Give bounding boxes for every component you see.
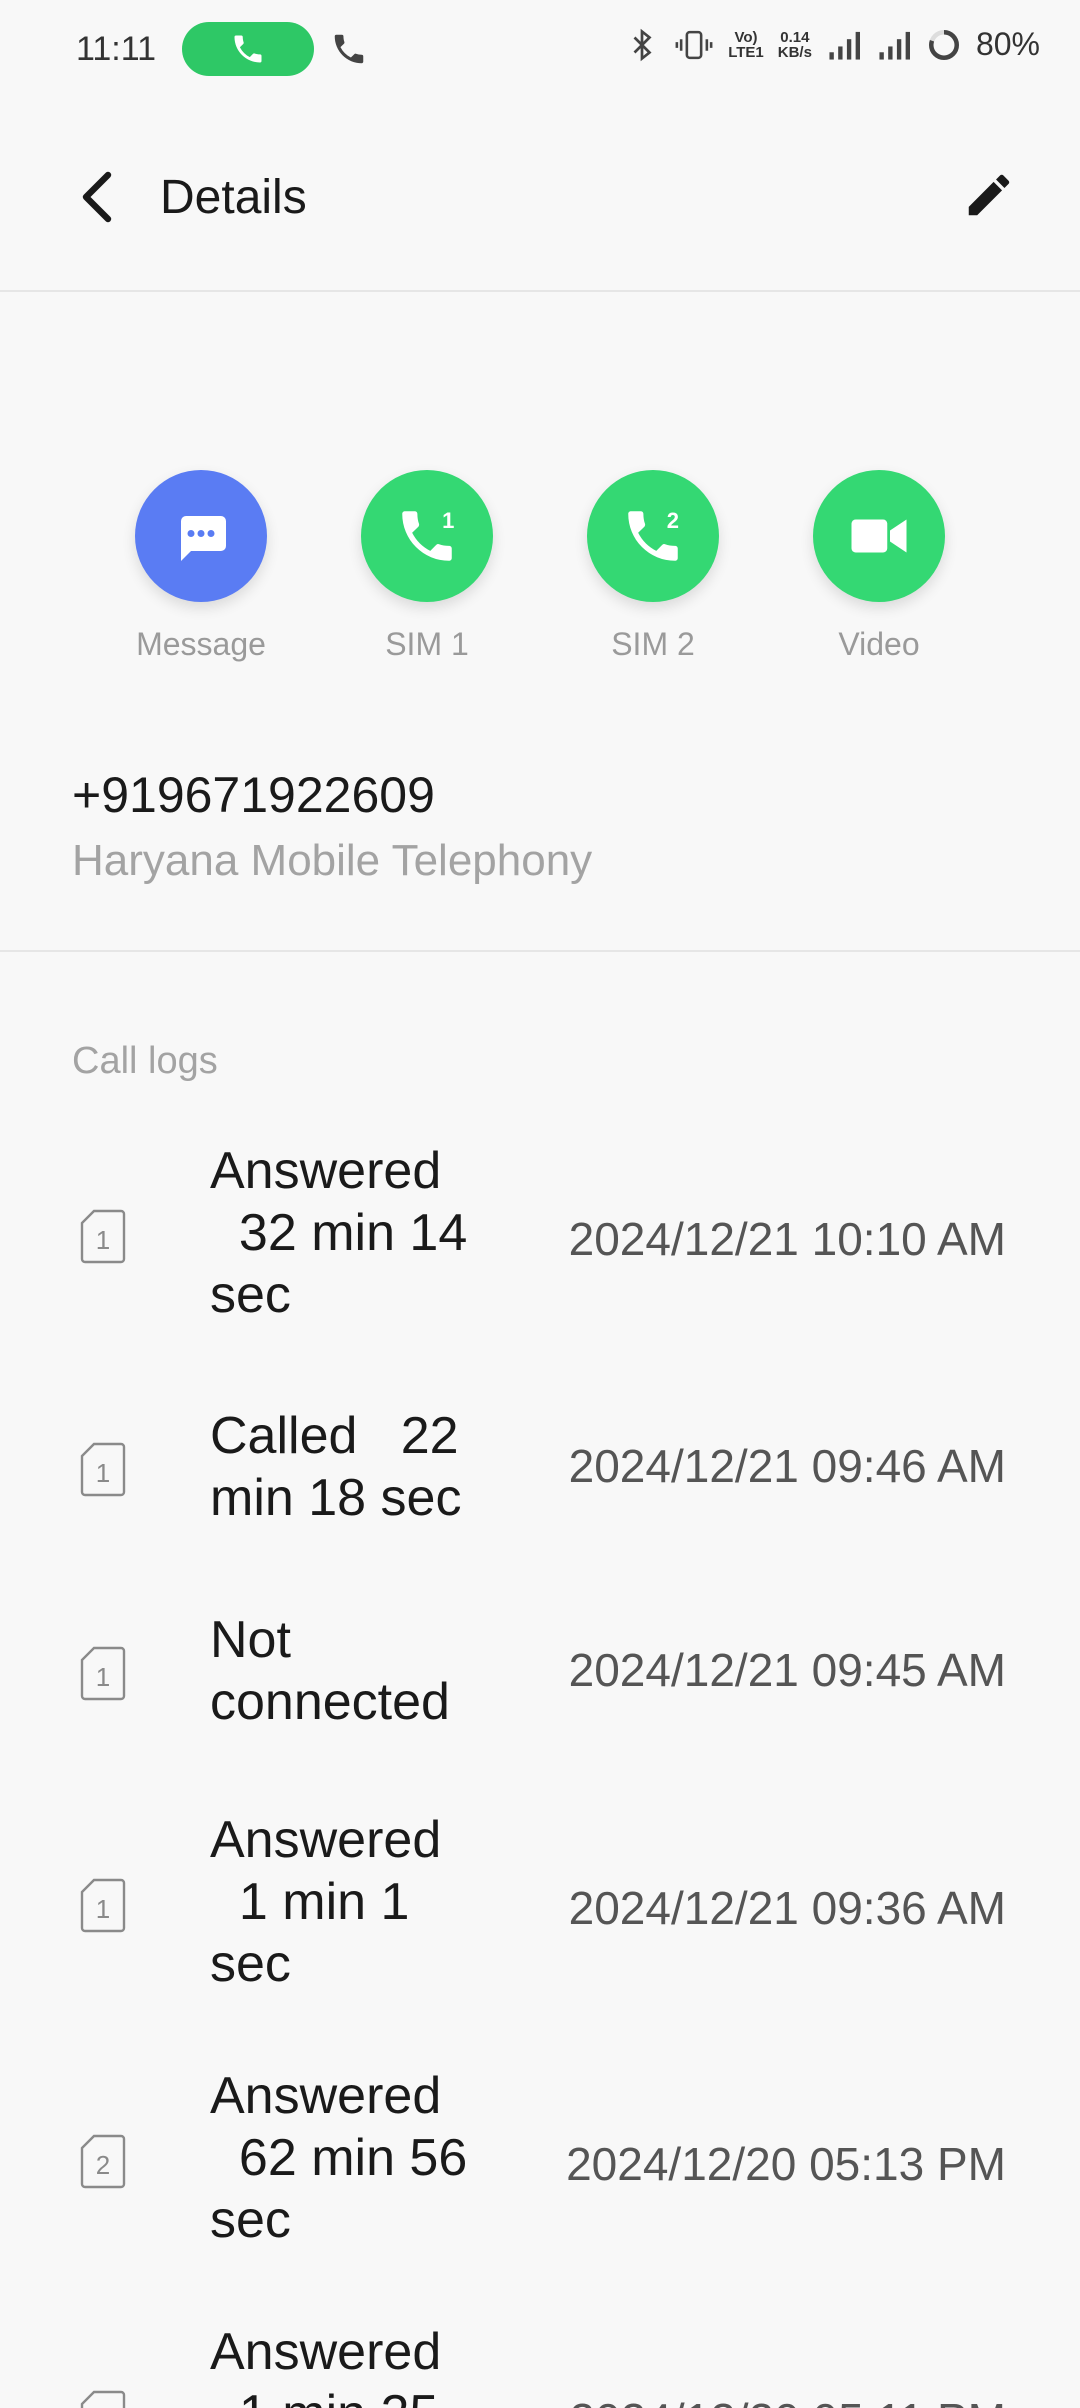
sim1-call-circle[interactable]: 1 [361,470,493,602]
ongoing-call-pill[interactable] [182,22,314,76]
phone-sim2-icon: 2 [628,508,679,561]
svg-text:1: 1 [96,1662,110,1692]
call-log-timestamp: 2024/12/20 05:13 PM [566,2138,1006,2190]
call-log-description: Answered 32 min 14 sec [210,1142,468,1324]
phone-sim1-icon: 1 [402,508,454,561]
video-call-label: Video [838,626,920,662]
network-speed: 0.14 KB/s [777,28,812,61]
vibrate-icon [675,30,713,59]
status-icons: Vo) LTE1 0.14 KB/s 80% [624,26,1040,63]
status-time: 11:11 [76,30,157,68]
call-log-timestamp: 2024/12/21 09:36 AM [568,1882,1006,1934]
call-log-timestamp: 2024/12/21 09:46 AM [568,1440,1006,1492]
call-log-timestamp: 2024/12/21 10:10 AM [568,1213,1006,1265]
call-log-description: Not connected [210,1611,450,1731]
back-chevron-icon [82,171,112,223]
top-app-bar: Details [0,100,1080,290]
message-action-circle[interactable] [135,470,267,602]
call-log-description: Answered 1 min 25 [210,2323,442,2408]
pencil-icon [968,174,1010,216]
contact-divider [0,950,1080,952]
edit-button[interactable] [954,160,1024,230]
call-log-timestamp: 2024/12/21 09:45 AM [568,1644,1006,1696]
sim-card-icon: 2 [80,2390,126,2408]
call-log-description: Answered 62 min 56 sec [210,2067,468,2249]
video-call-button[interactable]: Video [779,470,979,663]
bluetooth-icon [633,28,652,61]
signal-icon [879,31,910,60]
svg-text:2: 2 [667,508,679,533]
back-button[interactable] [68,162,128,232]
status-bar: 11:11 Vo) LTE1 0.14 KB/s 80% [0,0,1080,100]
call-log-timestamp: 2024/12/20 05:11 PM [570,2393,1006,2408]
phone-icon [234,35,262,63]
svg-text:1: 1 [442,508,454,533]
sim1-call-button[interactable]: 1 SIM 1 [327,470,527,663]
phone-number[interactable]: +919671922609 [72,766,435,824]
sim-card-icon: 1 [80,1209,126,1264]
message-icon [181,516,226,561]
sim-card-icon: 2 [80,2134,126,2189]
message-action-label: Message [136,626,266,662]
call-log-description: Answered 1 min 1 sec [210,1811,442,1993]
video-icon [851,519,907,553]
header-divider [0,290,1080,292]
contact-actions: Message 1 SIM 1 2 SIM 2 Video [0,470,1080,670]
message-action-button[interactable]: Message [101,470,301,663]
sim-card-icon: 1 [80,1878,126,1933]
sim2-call-circle[interactable]: 2 [587,470,719,602]
page-title: Details [160,171,307,224]
volte-icon: Vo) LTE1 [728,28,764,61]
sim-card-icon: 1 [80,1646,126,1701]
signal-icon [829,31,860,60]
video-call-circle[interactable] [813,470,945,602]
call-logs-title: Call logs [72,1040,218,1082]
battery-percentage: 80% [975,26,1040,62]
sim1-call-label: SIM 1 [385,626,469,662]
svg-text:2: 2 [96,2150,110,2180]
call-log-description: Called 22 min 18 sec [210,1407,462,1527]
svg-text:1: 1 [96,1458,110,1488]
svg-text:1: 1 [96,1225,110,1255]
battery-ring-icon [928,29,959,60]
sim-card-icon: 1 [80,1442,126,1497]
carrier-name: Haryana Mobile Telephony [72,836,593,885]
phone-icon [334,34,364,64]
svg-text:1: 1 [96,1894,110,1924]
sim2-call-button[interactable]: 2 SIM 2 [553,470,753,663]
sim2-call-label: SIM 2 [611,626,695,662]
call-details-screen: 11:11 Vo) LTE1 0.14 KB/s 80% Details Mes… [0,0,1080,2408]
